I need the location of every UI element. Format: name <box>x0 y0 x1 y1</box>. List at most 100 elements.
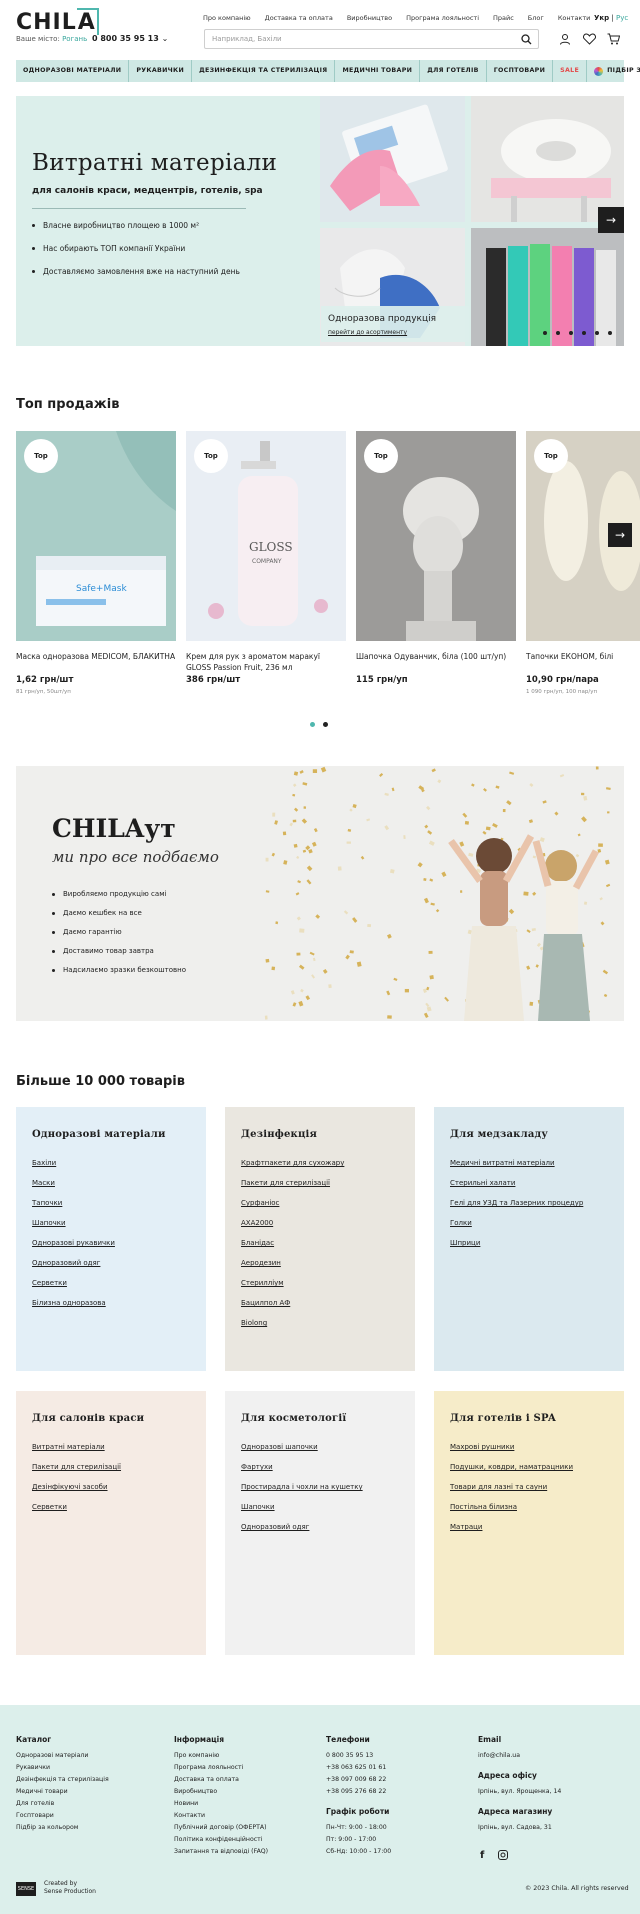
category-link[interactable]: Шапочки <box>32 1219 115 1227</box>
slider-dot[interactable] <box>569 331 573 335</box>
logo[interactable]: CHILA <box>16 8 99 35</box>
category-link[interactable]: AXA2000 <box>241 1219 344 1227</box>
category-nav-item[interactable]: ОДНОРАЗОВІ МАТЕРІАЛИ <box>16 60 130 82</box>
category-link[interactable]: Стерилліум <box>241 1279 344 1287</box>
lang-ukr[interactable]: Укр <box>594 14 609 22</box>
nav-link[interactable]: Блог <box>528 14 544 22</box>
category-link[interactable]: Маски <box>32 1179 115 1187</box>
category-nav-item[interactable]: ДЕЗИНФЕКЦІЯ ТА СТЕРИЛІЗАЦІЯ <box>192 60 336 82</box>
slider-dot[interactable] <box>608 331 612 335</box>
category-link[interactable]: Тапочки <box>32 1199 115 1207</box>
footer-link[interactable]: Про компанію <box>174 1752 268 1759</box>
category-card-title[interactable]: Для косметології <box>241 1413 346 1424</box>
category-nav-item[interactable]: ПІДБІР ЗА КОЛЬОРОМ <box>587 60 640 82</box>
category-link[interactable]: Одноразовий одяг <box>32 1259 115 1267</box>
category-card[interactable]: Для косметології Одноразові шапочки Фартух… <box>225 1391 415 1655</box>
product-name[interactable]: Тапочки ЕКОНОМ, білі <box>526 651 636 662</box>
category-link[interactable]: Бахіли <box>32 1159 115 1167</box>
lang-rus[interactable]: Рус <box>616 14 628 22</box>
facebook-icon[interactable]: f <box>480 1850 484 1861</box>
category-link[interactable]: Пакети для стерилізації <box>32 1463 121 1471</box>
category-link[interactable]: Biolong <box>241 1319 344 1327</box>
carousel-dot[interactable] <box>323 722 328 727</box>
carousel-dot-active[interactable] <box>310 722 315 727</box>
category-link[interactable]: Постільна білизна <box>450 1503 573 1511</box>
footer-link[interactable]: Програма лояльності <box>174 1764 268 1771</box>
category-link[interactable]: Шприци <box>450 1239 583 1247</box>
slider-dot[interactable] <box>543 331 547 335</box>
footer-link[interactable]: Запитання та відповіді (FAQ) <box>174 1848 268 1855</box>
category-nav-item[interactable]: ДЛЯ ГОТЕЛІВ <box>420 60 487 82</box>
product-card[interactable]: Safe+Mask Top <box>16 431 176 641</box>
category-link[interactable]: Стерильні халати <box>450 1179 583 1187</box>
category-card[interactable]: Одноразові матеріали Бахіли Маски Тапочки Ша… <box>16 1107 206 1371</box>
heart-icon[interactable] <box>583 33 596 45</box>
city-selector[interactable]: Ваше місто: Рогань <box>16 35 87 43</box>
instagram-icon[interactable] <box>498 1850 508 1860</box>
category-link[interactable]: Гелі для УЗД та Лазерних процедур <box>450 1199 583 1207</box>
hero-caption[interactable]: Одноразова продукція перейти до асортиме… <box>321 306 469 342</box>
category-card[interactable]: Для медзакладу Медичні витратні матеріали… <box>434 1107 624 1371</box>
footer-link[interactable]: Для готелів <box>16 1800 109 1807</box>
footer-link[interactable]: Новини <box>174 1800 268 1807</box>
product-name[interactable]: Маска одноразова MEDICOM, БЛАКИТНА <box>16 651 176 662</box>
product-card[interactable]: Top <box>356 431 516 641</box>
footer-link[interactable]: Дезінфекція та стерилізація <box>16 1776 109 1783</box>
account-icon[interactable] <box>559 33 571 45</box>
category-link[interactable]: Сурфаніос <box>241 1199 344 1207</box>
cart-icon[interactable] <box>607 33 620 45</box>
category-link[interactable]: Бланідас <box>241 1239 344 1247</box>
footer-link[interactable]: Підбір за кольором <box>16 1824 109 1831</box>
footer-link[interactable]: Контакти <box>174 1812 268 1819</box>
footer-phone[interactable]: +38 095 276 68 22 <box>326 1788 391 1795</box>
category-link[interactable]: Пакети для стерилізації <box>241 1179 344 1187</box>
category-link[interactable]: Серветки <box>32 1503 121 1511</box>
category-card[interactable]: Для салонів краси Витратні матеріали Пакет… <box>16 1391 206 1655</box>
category-nav-item[interactable]: МЕДИЧНІ ТОВАРИ <box>335 60 421 82</box>
chevron-down-icon[interactable]: ⌄ <box>162 34 169 43</box>
category-link[interactable]: Простирадла і чохли на кушетку <box>241 1483 363 1491</box>
footer-link[interactable]: Госптовари <box>16 1812 109 1819</box>
language-switch[interactable]: Укр | Рус <box>594 14 628 22</box>
nav-link[interactable]: Прайс <box>493 14 514 22</box>
nav-link[interactable]: Доставка та оплата <box>265 14 333 22</box>
footer-phone[interactable]: +38 063 625 01 61 <box>326 1764 391 1771</box>
slider-dot[interactable] <box>595 331 599 335</box>
category-link[interactable]: Одноразові рукавички <box>32 1239 115 1247</box>
category-link[interactable]: Махрові рушники <box>450 1443 573 1451</box>
footer-phone[interactable]: 0 800 35 95 13 <box>326 1752 391 1759</box>
category-link[interactable]: Крафтпакети для сухожару <box>241 1159 344 1167</box>
category-card-title[interactable]: Дезінфекція <box>241 1129 317 1140</box>
category-card-title[interactable]: Для салонів краси <box>32 1413 144 1424</box>
category-link[interactable]: Матраци <box>450 1523 573 1531</box>
category-nav-item[interactable]: ГОСПТОВАРИ <box>487 60 554 82</box>
footer-link[interactable]: Одноразові матеріали <box>16 1752 109 1759</box>
category-link[interactable]: Витратні матеріали <box>32 1443 121 1451</box>
hero-caption-link[interactable]: перейти до асортименту <box>328 329 407 336</box>
footer-credit[interactable]: Created by Sense Production <box>44 1880 96 1896</box>
slider-dot[interactable] <box>556 331 560 335</box>
footer-email[interactable]: info@chila.ua <box>478 1752 561 1759</box>
nav-link[interactable]: Виробництво <box>347 14 392 22</box>
footer-link[interactable]: Публічний договір (ОФЕРТА) <box>174 1824 268 1831</box>
nav-link[interactable]: Контакти <box>558 14 591 22</box>
category-link[interactable]: Голки <box>450 1219 583 1227</box>
footer-link[interactable]: Доставка та оплата <box>174 1776 268 1783</box>
category-nav-item[interactable]: SALE <box>553 60 588 82</box>
category-link[interactable]: Білизна одноразова <box>32 1299 115 1307</box>
category-link[interactable]: Дезінфікуючі засоби <box>32 1483 121 1491</box>
footer-link[interactable]: Рукавички <box>16 1764 109 1771</box>
footer-link[interactable]: Медичні товари <box>16 1788 109 1795</box>
hero-next-button[interactable]: → <box>598 207 624 233</box>
category-nav-item[interactable]: РУКАВИЧКИ <box>129 60 193 82</box>
category-link[interactable]: Одноразовий одяг <box>241 1523 363 1531</box>
footer-link[interactable]: Виробництво <box>174 1788 268 1795</box>
category-card-title[interactable]: Для медзакладу <box>450 1129 548 1140</box>
category-link[interactable]: Бацилпол АФ <box>241 1299 344 1307</box>
category-link[interactable]: Одноразові шапочки <box>241 1443 363 1451</box>
category-link[interactable]: Аеродезин <box>241 1259 344 1267</box>
category-card[interactable]: Дезінфекція Крафтпакети для сухожару Пакет… <box>225 1107 415 1371</box>
category-link[interactable]: Подушки, ковдри, наматрацники <box>450 1463 573 1471</box>
search-icon[interactable] <box>521 34 532 45</box>
nav-link[interactable]: Про компанію <box>203 14 251 22</box>
